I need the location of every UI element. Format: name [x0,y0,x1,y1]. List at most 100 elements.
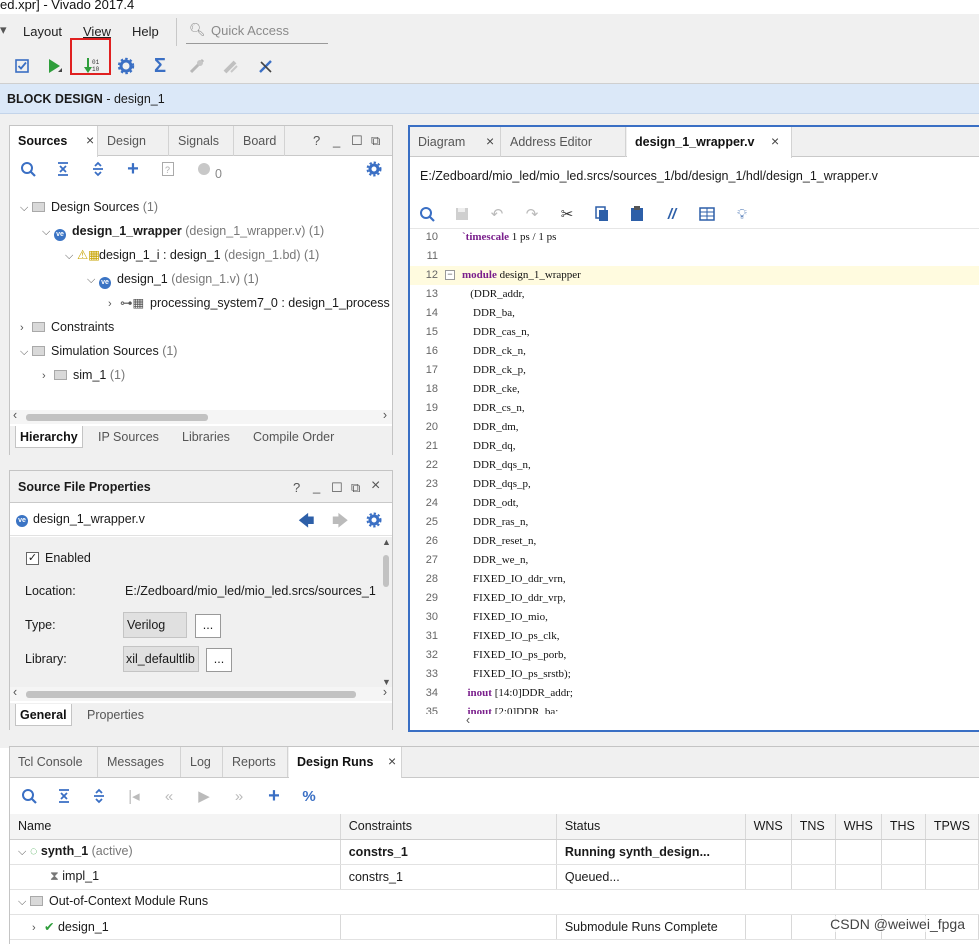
menu-view[interactable]: View [83,24,111,39]
col-whs[interactable]: WHS [835,814,882,840]
table-row[interactable]: ⌵ Out-of-Context Module Runs [10,889,979,915]
tab-reports[interactable]: Reports [224,747,288,777]
tree-item-simulation-sources[interactable]: ⌵ Simulation Sources (1) [20,340,177,362]
tab-tcl-console[interactable]: Tcl Console [10,747,98,777]
help-icon[interactable]: ? [313,133,320,148]
col-name[interactable]: Name [10,814,341,840]
scroll-thumb[interactable] [26,691,356,698]
properties-hscrollbar[interactable]: ‹ › [10,685,392,701]
collapse-all-icon[interactable] [54,160,72,178]
tab-libraries[interactable]: Libraries [178,426,234,448]
col-constraints[interactable]: Constraints [340,814,557,840]
chevron-right-icon[interactable]: › [108,293,120,314]
chevron-down-icon[interactable]: ⌵ [20,197,32,219]
chevron-down-icon[interactable]: ⌵ [42,221,54,243]
sigma-report-icon[interactable]: Σ [149,55,171,77]
quick-access-field[interactable]: 🔍︎ Quick Access [186,20,328,44]
chevron-down-icon[interactable]: ⌵ [87,269,99,291]
tab-diagram[interactable]: Diagram × [410,127,501,157]
tab-messages[interactable]: Messages [99,747,181,777]
chevron-down-icon[interactable]: ⌵ [18,896,30,909]
paste-icon[interactable] [628,205,646,223]
editor-hscrollbar[interactable]: ‹ [410,713,979,730]
tree-item-constraints[interactable]: › Constraints [20,316,114,338]
add-icon[interactable]: + [124,158,142,180]
tab-hierarchy[interactable]: Hierarchy [15,426,83,448]
scroll-left-icon[interactable]: ‹ [13,685,17,699]
code-line[interactable]: 20 DDR_dm, [410,418,979,437]
col-wns[interactable]: WNS [745,814,792,840]
code-line[interactable]: 23 DDR_dqs_p, [410,475,979,494]
redo-icon[interactable]: ↷ [523,205,541,223]
code-line[interactable]: 31 FIXED_IO_ps_clk, [410,627,979,646]
help-icon[interactable]: ? [293,480,300,495]
add-icon[interactable]: + [265,785,283,807]
menu-help[interactable]: Help [132,24,159,39]
col-status[interactable]: Status [556,814,746,840]
cut-icon[interactable]: ✂ [558,205,576,223]
code-line[interactable]: 21 DDR_dq, [410,437,979,456]
code-line[interactable]: 12 module design_1_wrapper − [410,266,979,285]
library-browse-button[interactable]: ... [206,648,232,672]
scroll-left-icon[interactable]: ‹ [13,408,17,422]
close-icon[interactable]: × [486,133,494,149]
code-line[interactable]: 32 FIXED_IO_ps_porb, [410,646,979,665]
settings-gear-icon[interactable] [115,55,137,77]
tree-item-design-1-wrapper[interactable]: ⌵ ve design_1_wrapper (design_1_wrapper.v)… [42,220,324,242]
tab-general[interactable]: General [15,704,72,726]
code-line[interactable]: 14 DDR_ba, [410,304,979,323]
chevron-right-icon[interactable]: › [20,317,32,339]
tree-item-sim-1[interactable]: › sim_1 (1) [42,364,125,386]
code-line[interactable]: 18 DDR_cke, [410,380,979,399]
forward-arrow-icon[interactable]: 🡆 [332,510,349,537]
code-line[interactable]: 27 DDR_we_n, [410,551,979,570]
scroll-up-icon[interactable]: ▲ [382,537,391,547]
scroll-thumb[interactable] [26,414,208,421]
run-icon[interactable] [43,55,65,77]
code-line[interactable]: 33 FIXED_IO_ps_srstb); [410,665,979,684]
col-ths[interactable]: THS [881,814,926,840]
play-icon[interactable]: ▶ [195,787,213,805]
code-line[interactable]: 19 DDR_cs_n, [410,399,979,418]
collapse-all-icon[interactable] [55,787,73,805]
code-line[interactable]: 30 FIXED_IO_mio, [410,608,979,627]
chevron-down-icon[interactable]: ⌵ [65,245,77,267]
first-icon[interactable]: |◂ [125,787,143,805]
library-field[interactable]: xil_defaultlib [123,646,199,672]
unknown-file-icon[interactable]: ? [159,160,177,178]
code-line[interactable]: 15 DDR_cas_n, [410,323,979,342]
cross-tool-icon[interactable] [255,55,277,77]
tree-item-design-1[interactable]: ⌵ ve design_1 (design_1.v) (1) [87,268,259,290]
scroll-right-icon[interactable]: › [383,408,387,422]
tree-item-design-1-i[interactable]: ⌵ ⚠▦design_1_i : design_1 (design_1.bd) (… [65,244,319,266]
code-line[interactable]: 11 [410,247,979,266]
code-line[interactable]: 13 (DDR_addr, [410,285,979,304]
table-row[interactable]: ⌵ ◌ synth_1 (active) constrs_1 Running sy… [10,839,979,865]
search-icon[interactable] [418,205,436,223]
chevron-right-icon[interactable]: › [32,922,44,934]
tab-sources[interactable]: Sources × [10,126,98,157]
tab-design-runs[interactable]: Design Runs × [289,747,402,778]
code-line[interactable]: 16 DDR_ck_n, [410,342,979,361]
table-row[interactable]: ⧗ impl_1 constrs_1 Queued... [10,864,979,890]
disabled-tool-icon-2[interactable] [220,55,242,77]
close-icon[interactable]: × [771,133,779,149]
chevron-down-icon[interactable]: ⌵ [18,846,30,859]
tab-ip-sources[interactable]: IP Sources [94,426,163,448]
settings-gear-icon[interactable] [365,511,383,529]
search-icon[interactable] [19,160,37,178]
col-tpws[interactable]: TPWS [925,814,979,840]
code-line[interactable]: 10 `timescale 1 ps / 1 ps [410,230,979,247]
save-icon[interactable] [453,205,471,223]
settings-gear-icon[interactable] [365,160,383,178]
code-area[interactable]: 10 `timescale 1 ps / 1 ps 11 12 module desig… [410,230,979,717]
chevron-right-icon[interactable]: › [42,365,54,387]
tab-log[interactable]: Log [182,747,223,777]
scroll-right-icon[interactable]: › [383,685,387,699]
code-line[interactable]: 26 DDR_reset_n, [410,532,979,551]
menu-overflow-icon[interactable]: ▾ [0,22,7,38]
search-icon[interactable] [20,787,38,805]
tree-item-processing-system[interactable]: › ⊶▦ processing_system7_0 : design_1_proce… [108,292,393,314]
sources-hscrollbar[interactable]: ‹ › [10,408,392,424]
disabled-tool-icon-1[interactable] [186,55,208,77]
